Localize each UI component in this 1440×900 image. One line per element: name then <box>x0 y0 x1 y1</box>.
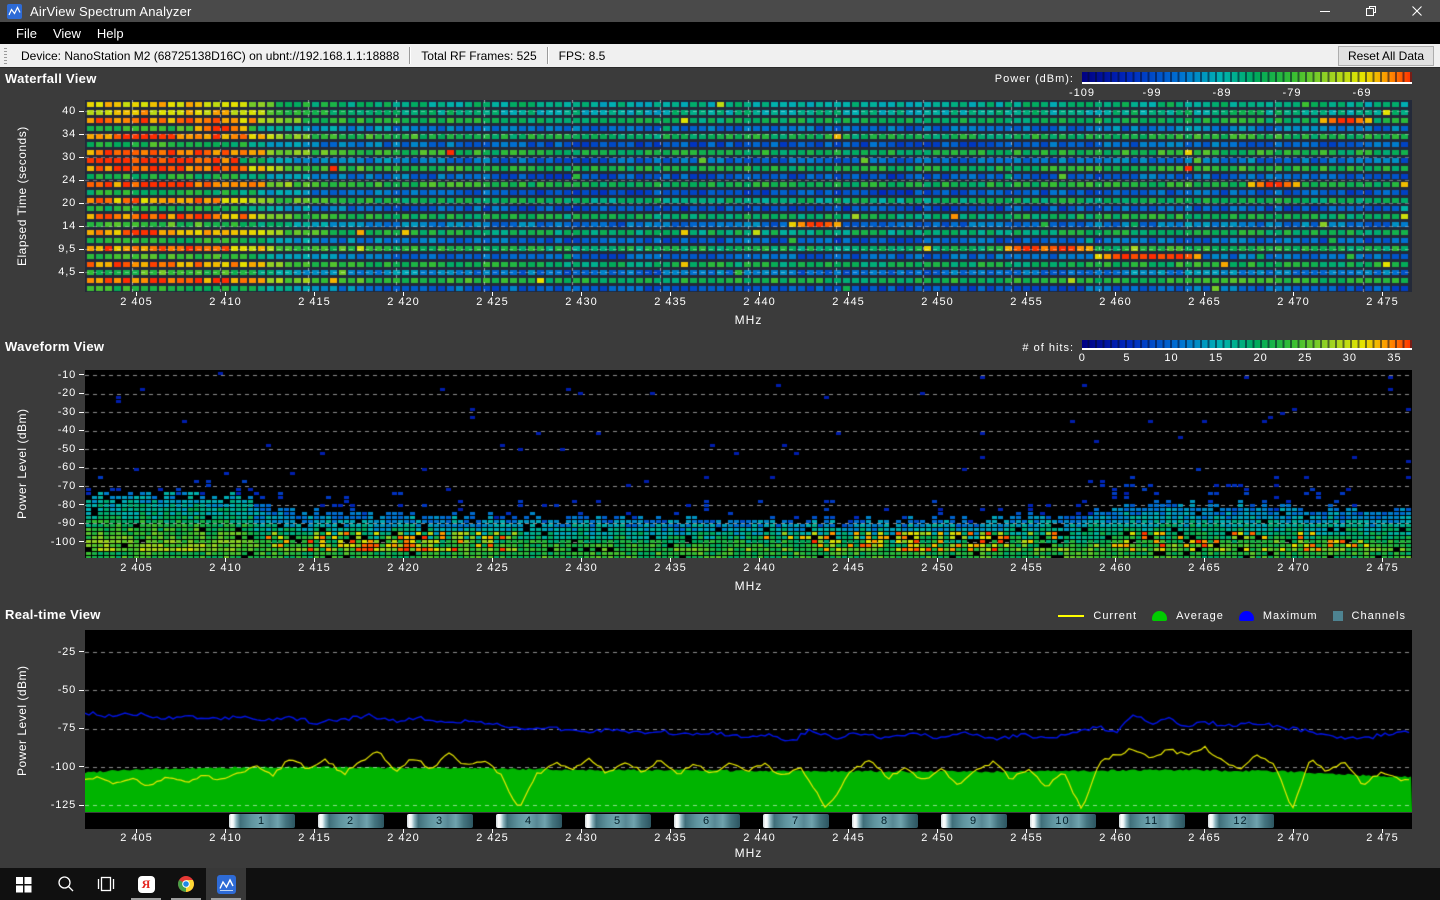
realtime-ytick-marks <box>79 633 84 825</box>
power-gradient-bar <box>1082 72 1412 84</box>
realtime-legend: Current Average Maximum Channels <box>1058 609 1412 623</box>
close-button[interactable] <box>1394 0 1440 22</box>
toolbar: Device: NanoStation M2 (68725138D16C) on… <box>0 44 1440 68</box>
waterfall-yticks: 4034302420149,54,5 <box>26 100 76 284</box>
toolbar-grip <box>4 48 7 64</box>
hits-legend-ticks: 05101520253035 <box>1060 352 1417 364</box>
legend-maximum-label: Maximum <box>1263 610 1318 622</box>
waterfall-ytick-marks <box>79 100 84 284</box>
power-legend-ticks: -109-99-89-79-69 <box>1047 87 1397 99</box>
legend-channels-label: Channels <box>1352 610 1406 622</box>
realtime-title: Real-time View <box>5 607 101 622</box>
waveform-canvas <box>85 370 1412 558</box>
taskbar: Я <box>0 868 1440 900</box>
legend-current-label: Current <box>1093 610 1137 622</box>
realtime-xlabel: MHz <box>85 846 1412 860</box>
realtime-yticks: -25-50-75-100-125 <box>26 633 76 825</box>
chrome-button[interactable] <box>166 868 206 900</box>
current-line-swatch <box>1058 615 1084 617</box>
channel-bar: 10 <box>1030 814 1096 828</box>
fps-status: FPS: 8.5 <box>551 49 614 63</box>
start-button[interactable] <box>0 868 46 900</box>
rf-frames-status: Total RF Frames: 525 <box>413 49 544 63</box>
channel-bar: 12 <box>1208 814 1274 828</box>
channel-bar: 11 <box>1119 814 1185 828</box>
menu-item[interactable]: File <box>8 24 45 43</box>
hits-gradient-bar <box>1082 340 1412 350</box>
waterfall-xticks: 2 4052 4102 4152 4202 4252 4302 4352 440… <box>92 296 1427 308</box>
chrome-icon <box>177 875 195 893</box>
channels-swatch <box>1333 611 1343 621</box>
waterfall-canvas <box>85 100 1412 292</box>
device-status: Device: NanoStation M2 (68725138D16C) on… <box>13 49 407 63</box>
app-icon <box>7 4 22 19</box>
waveform-title: Waveform View <box>5 339 104 354</box>
yandex-browser-button[interactable]: Я <box>126 868 166 900</box>
menubar: FileViewHelp <box>0 22 1440 44</box>
realtime-xticks: 2 4052 4102 4152 4202 4252 4302 4352 440… <box>92 832 1427 844</box>
channel-bar: 2 <box>318 814 384 828</box>
channel-bar: 7 <box>763 814 829 828</box>
power-legend-label: Power (dBm): <box>995 73 1074 85</box>
waterfall-xlabel: MHz <box>85 313 1412 327</box>
waveform-xticks: 2 4052 4102 4152 4202 4252 4302 4352 440… <box>92 562 1427 574</box>
restore-button[interactable] <box>1348 0 1394 22</box>
realtime-canvas <box>85 630 1412 812</box>
average-swatch <box>1152 611 1167 621</box>
legend-average-label: Average <box>1176 610 1224 622</box>
plots-area: Waterfall View Power (dBm): -109-99-89-7… <box>0 68 1440 868</box>
channel-bar: 9 <box>941 814 1007 828</box>
waveform-xlabel: MHz <box>85 579 1412 593</box>
channel-bar: 3 <box>407 814 473 828</box>
task-view-button[interactable] <box>86 868 126 900</box>
waveform-ytick-marks <box>79 366 84 551</box>
minimize-button[interactable] <box>1302 0 1348 22</box>
channel-bar: 5 <box>585 814 651 828</box>
window-title: AirView Spectrum Analyzer <box>30 4 192 19</box>
waterfall-title: Waterfall View <box>5 71 97 86</box>
app-window: AirView Spectrum Analyzer FileViewHelp D… <box>0 0 1440 900</box>
channel-bar: 1 <box>229 814 295 828</box>
search-button[interactable] <box>46 868 86 900</box>
reset-all-data-button[interactable]: Reset All Data <box>1338 46 1434 66</box>
channel-bars: 123456789101112 <box>217 814 1285 828</box>
channel-bar: 6 <box>674 814 740 828</box>
waveform-yticks: -10-20-30-40-50-60-70-80-90-100 <box>26 366 76 551</box>
channels-strip: 123456789101112 <box>85 813 1412 829</box>
airview-icon <box>217 875 236 894</box>
airview-taskbar-button[interactable] <box>206 868 246 900</box>
channel-bar: 4 <box>496 814 562 828</box>
titlebar: AirView Spectrum Analyzer <box>0 0 1440 22</box>
menu-item[interactable]: View <box>45 24 89 43</box>
separator <box>409 47 411 64</box>
menu-item[interactable]: Help <box>89 24 132 43</box>
channel-bar: 8 <box>852 814 918 828</box>
maximum-swatch <box>1239 611 1254 621</box>
yandex-icon: Я <box>138 876 155 893</box>
separator <box>547 47 549 64</box>
